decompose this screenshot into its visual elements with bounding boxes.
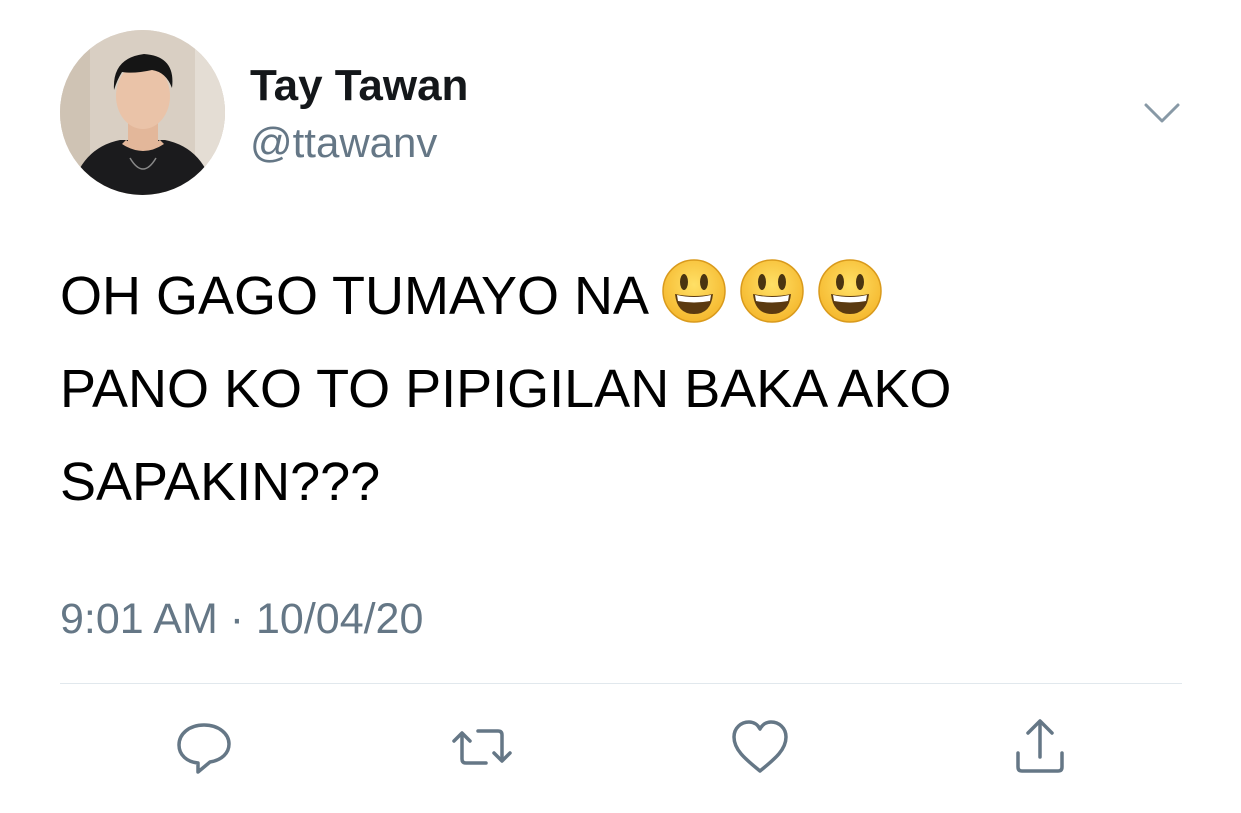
tweet-text: OH GAGO TUMAYO NA PANO KO TO PIPIGILAN B… (60, 250, 1180, 529)
tweet-text-line-1: OH GAGO TUMAYO NA (60, 250, 1180, 343)
avatar-photo (60, 30, 225, 195)
tweet-text-line-3: SAPAKIN??? (60, 452, 381, 512)
like-button[interactable] (728, 715, 792, 779)
avatar[interactable] (60, 30, 225, 195)
smiley-emoji (739, 258, 805, 324)
smiley-emoji (817, 258, 883, 324)
display-name[interactable]: Tay Tawan (250, 60, 468, 112)
divider (60, 683, 1182, 684)
tweet-date: 10/04/20 (256, 595, 424, 643)
tweet-time: 9:01 AM (60, 595, 218, 643)
chevron-down-icon[interactable] (1140, 95, 1184, 131)
smiley-emoji (661, 258, 727, 324)
reply-icon (177, 723, 231, 774)
reply-button[interactable] (172, 715, 236, 779)
meta-separator: · (229, 595, 245, 643)
tweet-text-line-1-text: OH GAGO TUMAYO NA (60, 266, 650, 326)
retweet-icon (452, 729, 512, 765)
retweet-button[interactable] (450, 715, 514, 779)
heart-icon (732, 720, 788, 773)
share-button[interactable] (1008, 715, 1072, 779)
user-handle[interactable]: @ttawanv (250, 118, 437, 168)
tweet-text-line-2: PANO KO TO PIPIGILAN BAKA AKO (60, 359, 952, 419)
tweet-timestamp[interactable]: 9:01 AM · 10/04/20 (60, 592, 423, 646)
share-icon (1016, 719, 1064, 773)
tweet-card: Tay Tawan @ttawanv OH GAGO TUMAYO NA PAN… (0, 0, 1241, 813)
